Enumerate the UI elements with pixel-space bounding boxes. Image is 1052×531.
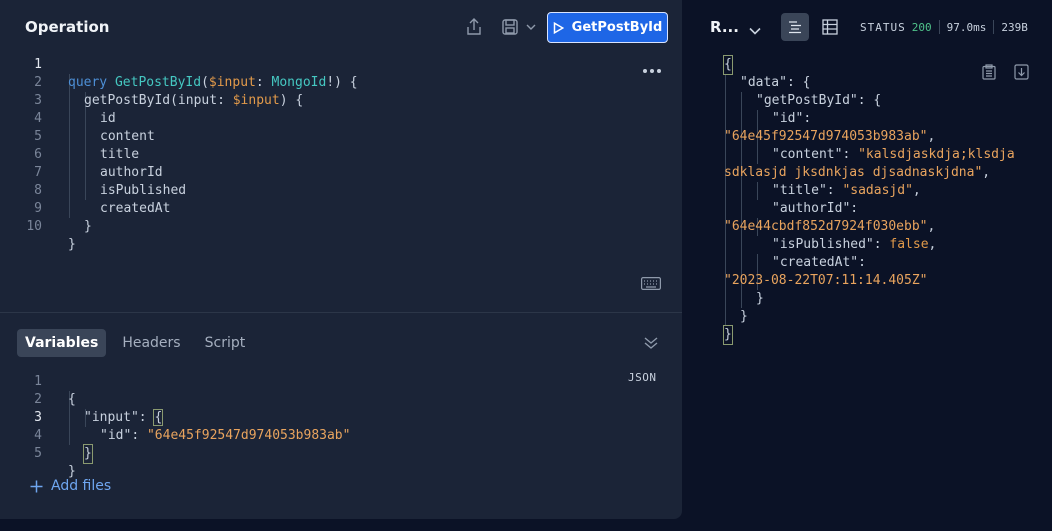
run-operation-button[interactable]: GetPostById	[547, 12, 668, 43]
response-header: R... STATUS 200 97.0ms 239B	[700, 0, 1052, 54]
variables-editor[interactable]: 1 { 2 "input": { 3 "id": "64e45f92547d97…	[0, 373, 682, 479]
response-id-value: "64e45f92547d974053b983ab"	[724, 129, 928, 144]
share-icon[interactable]	[463, 16, 485, 38]
response-size: 239B	[1001, 20, 1028, 34]
add-files-button[interactable]: Add files	[30, 475, 111, 497]
response-title-value: "sadasjd"	[842, 183, 913, 198]
tab-script[interactable]: Script	[197, 329, 254, 357]
run-button-label: GetPostById	[571, 20, 663, 35]
operation-pane: Operation GetPostById 1 query GetPostByI…	[0, 0, 682, 519]
chevron-down-icon[interactable]	[522, 16, 540, 38]
collapse-icon[interactable]	[643, 335, 659, 354]
add-files-label: Add files	[51, 478, 112, 494]
tab-variables[interactable]: Variables	[17, 329, 107, 357]
response-created-value: "2023-08-22T07:11:14.405Z"	[724, 273, 928, 288]
response-content-value: "kalsdjaskdja;klsdja	[858, 147, 1015, 162]
copy-icon[interactable]	[982, 64, 996, 86]
response-status: STATUS 200 97.0ms 239B	[860, 20, 1028, 34]
save-icon[interactable]	[499, 16, 521, 38]
list-view-icon[interactable]	[781, 13, 809, 41]
play-icon	[553, 21, 564, 34]
response-title: R...	[710, 18, 739, 36]
response-root-key: "getPostById"	[756, 93, 858, 108]
status-code: 200	[911, 20, 932, 34]
chevron-down-icon[interactable]	[749, 20, 761, 39]
pane-divider[interactable]	[0, 312, 682, 313]
response-body: { "data": { "getPostById": { "id": "64e4…	[700, 55, 1052, 526]
plus-icon	[30, 480, 43, 492]
response-time: 97.0ms	[946, 20, 987, 34]
response-data-key: "data"	[740, 75, 787, 90]
status-label: STATUS	[860, 20, 906, 34]
download-icon[interactable]	[1014, 64, 1029, 86]
operation-editor[interactable]: 1 query GetPostById($input: MongoId!) { …	[0, 56, 682, 312]
operation-header: Operation GetPostById	[0, 0, 682, 54]
operation-title: Operation	[25, 18, 110, 36]
table-view-icon[interactable]	[816, 13, 844, 41]
response-published-value: false	[889, 237, 929, 252]
variables-tabs: Variables Headers Script	[17, 329, 253, 357]
keyboard-icon[interactable]	[641, 275, 661, 294]
response-author-value: "64e44cbdf852d7924f030ebb"	[724, 219, 928, 234]
tab-headers[interactable]: Headers	[114, 329, 188, 357]
